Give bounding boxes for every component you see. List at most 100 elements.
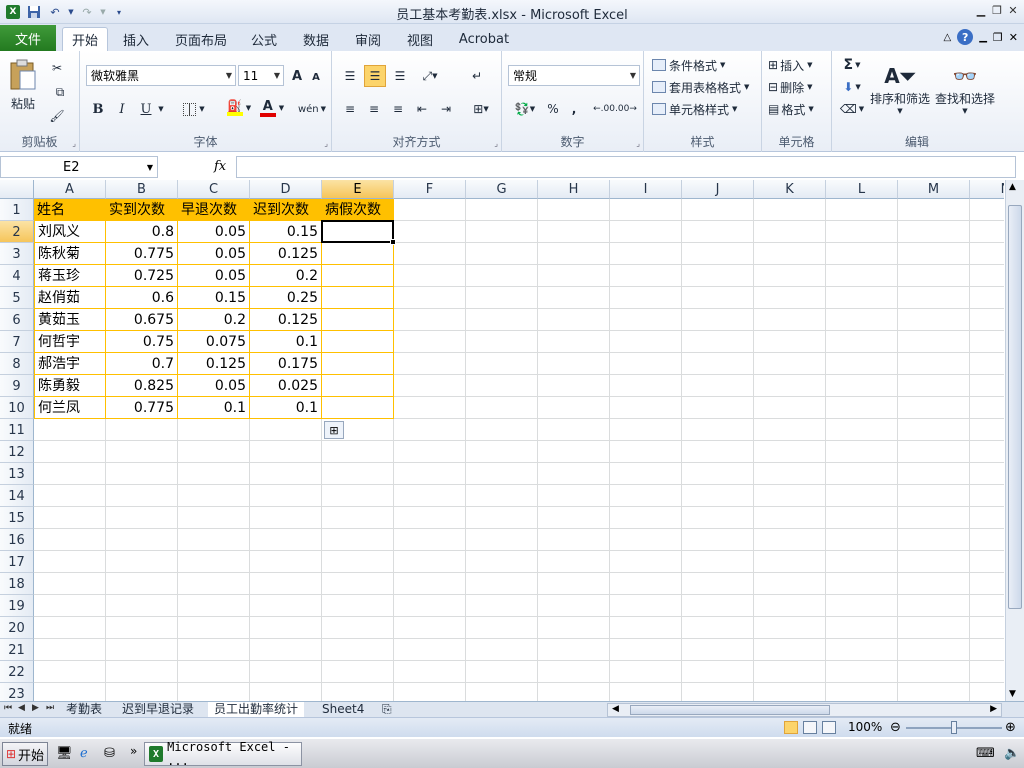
percent-button[interactable]: % [544, 99, 562, 119]
empty-cell[interactable] [754, 353, 826, 375]
row-header[interactable]: 23 [0, 683, 34, 701]
empty-cell[interactable] [898, 639, 970, 661]
empty-cell[interactable] [394, 265, 466, 287]
empty-cell[interactable] [178, 529, 250, 551]
empty-cell[interactable] [466, 507, 538, 529]
empty-cell[interactable] [826, 397, 898, 419]
empty-cell[interactable] [610, 265, 682, 287]
empty-cell[interactable] [682, 573, 754, 595]
empty-cell[interactable] [826, 639, 898, 661]
number-launcher-icon[interactable]: ⌟ [636, 139, 640, 148]
volume-icon[interactable]: 🔈 [1004, 746, 1020, 761]
empty-cell[interactable] [178, 661, 250, 683]
empty-cell[interactable] [106, 551, 178, 573]
row-header[interactable]: 13 [0, 463, 34, 485]
empty-cell[interactable] [322, 573, 394, 595]
empty-cell[interactable] [466, 683, 538, 701]
empty-cell[interactable] [970, 265, 1004, 287]
table-cell[interactable]: 0.125 [250, 243, 322, 265]
table-cell[interactable]: 0.775 [106, 243, 178, 265]
empty-cell[interactable] [754, 397, 826, 419]
tab-home[interactable]: 开始 [62, 27, 108, 51]
column-header[interactable]: M [898, 180, 970, 199]
scroll-left-icon[interactable]: ◀ [612, 704, 619, 714]
column-header[interactable]: B [106, 180, 178, 199]
row-header[interactable]: 9 [0, 375, 34, 397]
empty-cell[interactable] [898, 595, 970, 617]
row-header[interactable]: 1 [0, 199, 34, 221]
alignment-launcher-icon[interactable]: ⌟ [494, 139, 498, 148]
empty-cell[interactable] [826, 529, 898, 551]
empty-cell[interactable] [250, 463, 322, 485]
align-left-icon[interactable]: ≡ [340, 99, 360, 119]
empty-cell[interactable] [826, 309, 898, 331]
empty-cell[interactable] [682, 353, 754, 375]
empty-cell[interactable] [34, 551, 106, 573]
empty-cell[interactable] [826, 661, 898, 683]
empty-cell[interactable] [394, 507, 466, 529]
empty-cell[interactable] [682, 617, 754, 639]
tab-formulas[interactable]: 公式 [244, 27, 284, 51]
empty-cell[interactable] [610, 199, 682, 221]
conditional-format-button[interactable]: 条件格式 ▼ [652, 55, 725, 75]
empty-cell[interactable] [538, 617, 610, 639]
empty-cell[interactable] [682, 639, 754, 661]
empty-cell[interactable] [538, 221, 610, 243]
column-header[interactable]: A [34, 180, 106, 199]
empty-cell[interactable] [826, 573, 898, 595]
table-cell[interactable]: 0.075 [178, 331, 250, 353]
row-header[interactable]: 8 [0, 353, 34, 375]
scroll-up-icon[interactable]: ▲ [1009, 182, 1016, 192]
empty-cell[interactable] [466, 375, 538, 397]
zoom-slider-knob[interactable] [951, 721, 957, 734]
empty-cell[interactable] [826, 287, 898, 309]
phonetic-button[interactable]: wén ▼ [296, 99, 328, 119]
empty-cell[interactable] [466, 573, 538, 595]
row-header[interactable]: 12 [0, 441, 34, 463]
empty-cell[interactable] [394, 639, 466, 661]
empty-cell[interactable] [34, 573, 106, 595]
empty-cell[interactable] [610, 573, 682, 595]
table-cell[interactable]: 0.2 [250, 265, 322, 287]
font-color-button[interactable]: A ▼ [256, 97, 288, 119]
empty-cell[interactable] [466, 595, 538, 617]
scroll-down-icon[interactable]: ▼ [1009, 689, 1016, 699]
empty-cell[interactable] [322, 507, 394, 529]
increase-decimal-button[interactable]: ← .00 [593, 99, 615, 119]
empty-cell[interactable] [538, 485, 610, 507]
empty-cell[interactable] [106, 595, 178, 617]
tab-review[interactable]: 审阅 [348, 27, 388, 51]
empty-cell[interactable] [538, 551, 610, 573]
empty-cell[interactable] [898, 661, 970, 683]
empty-cell[interactable] [898, 265, 970, 287]
format-as-table-button[interactable]: 套用表格格式 ▼ [652, 77, 749, 97]
merge-center-icon[interactable]: ⊞ ▼ [466, 99, 496, 119]
empty-cell[interactable] [250, 441, 322, 463]
empty-cell[interactable] [250, 551, 322, 573]
empty-cell[interactable] [898, 397, 970, 419]
clear-button[interactable]: ⌫ ▼ [838, 99, 866, 119]
table-cell[interactable]: 0.05 [178, 375, 250, 397]
empty-cell[interactable] [970, 507, 1004, 529]
empty-cell[interactable] [178, 595, 250, 617]
empty-cell[interactable] [826, 551, 898, 573]
empty-cell[interactable] [682, 485, 754, 507]
table-header-cell[interactable]: 姓名 [34, 199, 106, 221]
row-header[interactable]: 14 [0, 485, 34, 507]
empty-cell[interactable] [106, 683, 178, 701]
empty-cell[interactable] [898, 221, 970, 243]
empty-cell[interactable] [610, 375, 682, 397]
empty-cell[interactable] [34, 683, 106, 701]
empty-cell[interactable] [394, 397, 466, 419]
row-header[interactable]: 15 [0, 507, 34, 529]
table-cell[interactable]: 刘风义 [34, 221, 106, 243]
empty-cell[interactable] [970, 375, 1004, 397]
empty-cell[interactable] [898, 617, 970, 639]
zoom-level[interactable]: 100% [848, 720, 882, 734]
column-header[interactable]: L [826, 180, 898, 199]
empty-cell[interactable] [466, 551, 538, 573]
empty-cell[interactable] [322, 683, 394, 701]
find-select-button[interactable]: 👓 查找和选择 ▼ [932, 55, 998, 121]
horizontal-scroll-thumb[interactable] [630, 705, 830, 715]
clipboard-launcher-icon[interactable]: ⌟ [72, 139, 76, 148]
